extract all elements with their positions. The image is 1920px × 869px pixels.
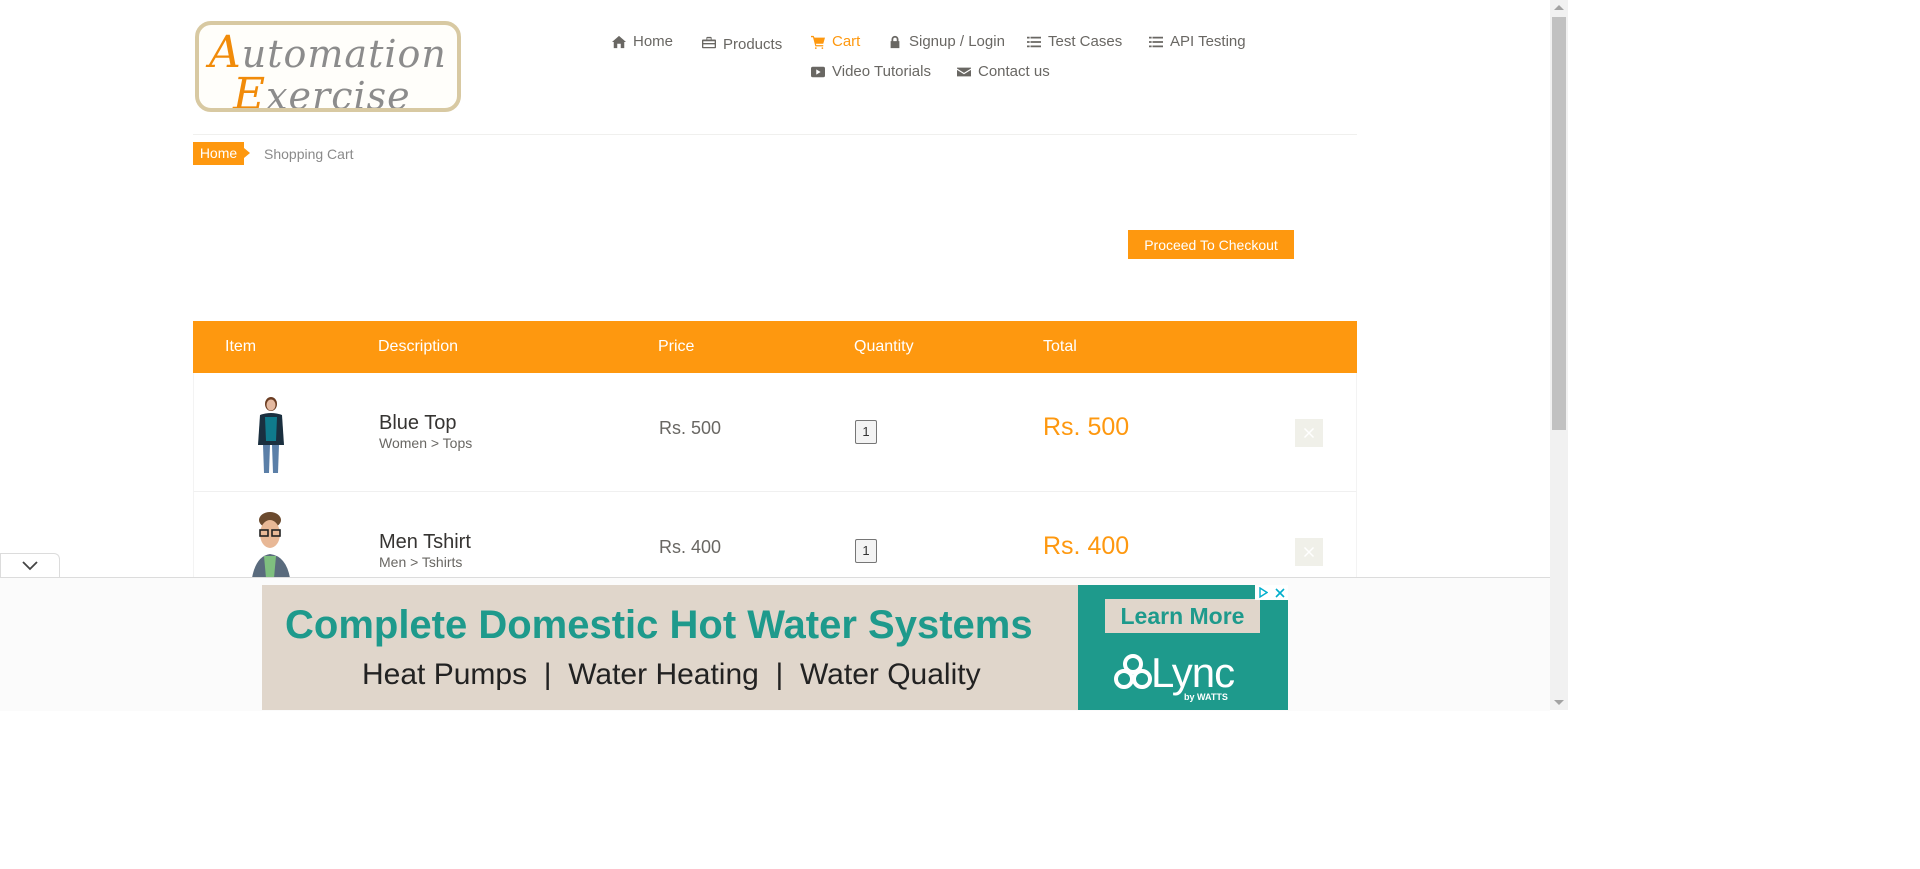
nav-api-testing-label: API Testing [1170, 33, 1246, 50]
list-icon [1149, 36, 1163, 47]
nav-signup-login[interactable]: Signup / Login [888, 33, 1005, 50]
cart-row: Blue Top Women > Tops Rs. 500 1 Rs. 500 [193, 373, 1357, 492]
play-icon [1259, 587, 1268, 598]
logo-line-2: Exercise [233, 69, 411, 112]
scroll-down-arrow[interactable] [1554, 700, 1564, 705]
cart-table-header: Item Description Price Quantity Total [193, 321, 1357, 373]
header-price: Price [658, 338, 695, 355]
page-scrollbar[interactable] [1550, 0, 1568, 710]
proceed-to-checkout-button[interactable]: Proceed To Checkout [1128, 230, 1294, 259]
product-price: Rs. 400 [659, 537, 722, 557]
header-quantity: Quantity [854, 338, 914, 355]
nav-home-label: Home [633, 33, 674, 50]
home-icon [612, 35, 626, 48]
scroll-thumb[interactable] [1552, 17, 1566, 430]
header-total: Total [1043, 338, 1077, 355]
product-category: Men > Tshirts [379, 554, 463, 570]
list-icon [1027, 36, 1041, 47]
product-name[interactable]: Blue Top [379, 412, 456, 435]
close-icon [1304, 547, 1314, 557]
ad-collapse-toggle[interactable] [0, 553, 60, 578]
close-icon [1304, 428, 1314, 438]
header-divider [193, 134, 1357, 135]
ad-banner[interactable]: Complete Domestic Hot Water Systems Heat… [262, 585, 1288, 710]
delete-item-button[interactable] [1295, 538, 1323, 566]
ad-brand: Lync [1151, 649, 1235, 696]
ad-learn-more-button[interactable]: Learn More [1105, 599, 1260, 633]
delete-item-button[interactable] [1295, 419, 1323, 447]
nav-products-label: Products [723, 36, 783, 53]
nav-products[interactable]: Products [702, 33, 782, 53]
close-icon [1275, 587, 1285, 598]
product-name[interactable]: Men Tshirt [379, 531, 471, 554]
youtube-icon [811, 66, 825, 77]
nav-cart-label: Cart [832, 33, 861, 50]
header-description: Description [378, 338, 459, 355]
product-total: Rs. 400 [1043, 532, 1130, 560]
nav-video-tutorials[interactable]: Video Tutorials [811, 63, 931, 80]
product-category: Women > Tops [379, 435, 473, 451]
nav-home[interactable]: Home [612, 33, 673, 50]
nav-test-cases-label: Test Cases [1048, 33, 1123, 50]
envelope-icon [957, 67, 971, 76]
nav-contact-us-label: Contact us [978, 63, 1050, 80]
nav-cart[interactable]: Cart [811, 33, 860, 50]
scroll-up-arrow[interactable] [1554, 5, 1564, 10]
nav-contact-us[interactable]: Contact us [957, 63, 1050, 80]
quantity-box: 1 [855, 539, 877, 563]
header-item: Item [225, 338, 257, 355]
cart-table: Item Description Price Quantity Total Bl… [193, 321, 1357, 611]
nav-signup-login-label: Signup / Login [909, 33, 1005, 50]
ad-headline: Complete Domestic Hot Water Systems [285, 603, 1033, 647]
product-total: Rs. 500 [1043, 413, 1130, 441]
lock-icon [890, 35, 900, 48]
ad-cta-panel: Learn More Lync by WATTS [1078, 585, 1288, 710]
breadcrumb-home[interactable]: Home [193, 142, 250, 165]
nav-video-tutorials-label: Video Tutorials [832, 63, 931, 80]
product-image-blue-top[interactable] [246, 393, 296, 475]
chevron-down-icon [22, 561, 38, 571]
nav-test-cases[interactable]: Test Cases [1027, 33, 1122, 50]
ad-close-button[interactable] [1272, 585, 1288, 600]
product-image-men-tshirt[interactable] [246, 512, 296, 578]
nav-api-testing[interactable]: API Testing [1149, 33, 1246, 50]
briefcase-icon [702, 36, 716, 49]
quantity-box: 1 [855, 420, 877, 444]
product-price: Rs. 500 [659, 418, 722, 438]
site-logo[interactable]: Automation Exercise [195, 21, 461, 112]
ad-choices-icon[interactable] [1255, 585, 1272, 600]
cart-icon [811, 35, 825, 49]
ad-brand-by: by WATTS [1184, 692, 1228, 702]
ad-subline: Heat Pumps | Water Heating | Water Quali… [362, 658, 981, 691]
breadcrumb-current: Shopping Cart [264, 146, 354, 162]
